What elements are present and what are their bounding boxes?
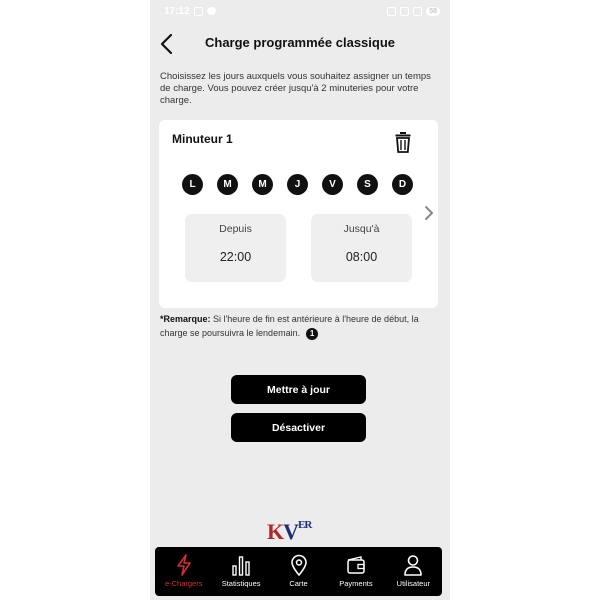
wifi-icon (400, 6, 410, 16)
tab-label: Payments (339, 579, 373, 588)
intro-text: Choisissez les jours auxquels vous souha… (160, 71, 431, 106)
timer-title: Minuteur 1 (172, 132, 233, 146)
map-pin-icon (290, 554, 307, 576)
from-time-picker[interactable]: Depuis 22:00 (185, 214, 286, 282)
chevron-right-icon[interactable] (423, 204, 435, 222)
to-time-label: Jusqu'à (343, 223, 380, 235)
page-title: Charge programmée classique (204, 35, 396, 50)
bottom-tab-bar: e-Chargers Statistiques Carte Payments U… (155, 547, 442, 596)
tab-label: Utilisateur (396, 579, 430, 588)
info-icon[interactable]: 1 (306, 327, 319, 340)
tab-label: Carte (289, 579, 308, 588)
trash-icon[interactable] (395, 131, 411, 153)
header: Charge programmée classique (150, 28, 450, 60)
phone-screen: 17:12 58 Charge programmée classique Cho… (150, 0, 450, 600)
kver-logo: KVER (267, 519, 312, 544)
day-tuesday[interactable]: M (217, 174, 238, 195)
tab-utilisateur[interactable]: Utilisateur (385, 547, 442, 596)
bolt-icon (176, 554, 191, 576)
day-thursday[interactable]: J (287, 174, 308, 195)
tab-payments[interactable]: Payments (327, 547, 384, 596)
timer-card: Minuteur 1 L M M J V S D Depuis 22:00 Ju… (159, 120, 438, 308)
user-icon (404, 555, 423, 576)
day-friday[interactable]: V (322, 174, 343, 195)
vibrate-icon (387, 6, 397, 16)
day-saturday[interactable]: S (357, 174, 378, 195)
day-wednesday[interactable]: M (252, 174, 273, 195)
note-label: *Remarque: (160, 314, 211, 324)
tab-label: Statistiques (221, 579, 261, 588)
to-time-picker[interactable]: Jusqu'à 08:00 (311, 214, 412, 282)
tab-statistiques[interactable]: Statistiques (212, 547, 269, 596)
wallet-icon (347, 556, 365, 574)
tab-e-chargers[interactable]: e-Chargers (155, 547, 212, 596)
battery-indicator: 58 (426, 6, 440, 16)
deactivate-button[interactable]: Désactiver (231, 413, 366, 442)
signal-icon (413, 6, 423, 16)
tab-carte[interactable]: Carte (270, 547, 327, 596)
from-time-value: 22:00 (219, 250, 252, 264)
message-icon (206, 7, 216, 15)
to-time-value: 08:00 (345, 250, 378, 264)
notification-icon (193, 6, 203, 16)
day-monday[interactable]: L (182, 174, 203, 195)
status-time: 17:12 (164, 5, 190, 17)
bar-chart-icon (232, 556, 250, 576)
note-text: *Remarque: Si l'heure de fin est antérie… (160, 312, 425, 340)
update-button[interactable]: Mettre à jour (231, 375, 366, 404)
from-time-label: Depuis (219, 223, 252, 235)
day-sunday[interactable]: D (392, 174, 413, 195)
status-bar: 17:12 58 (150, 0, 450, 22)
tab-label: e-Chargers (164, 579, 203, 588)
